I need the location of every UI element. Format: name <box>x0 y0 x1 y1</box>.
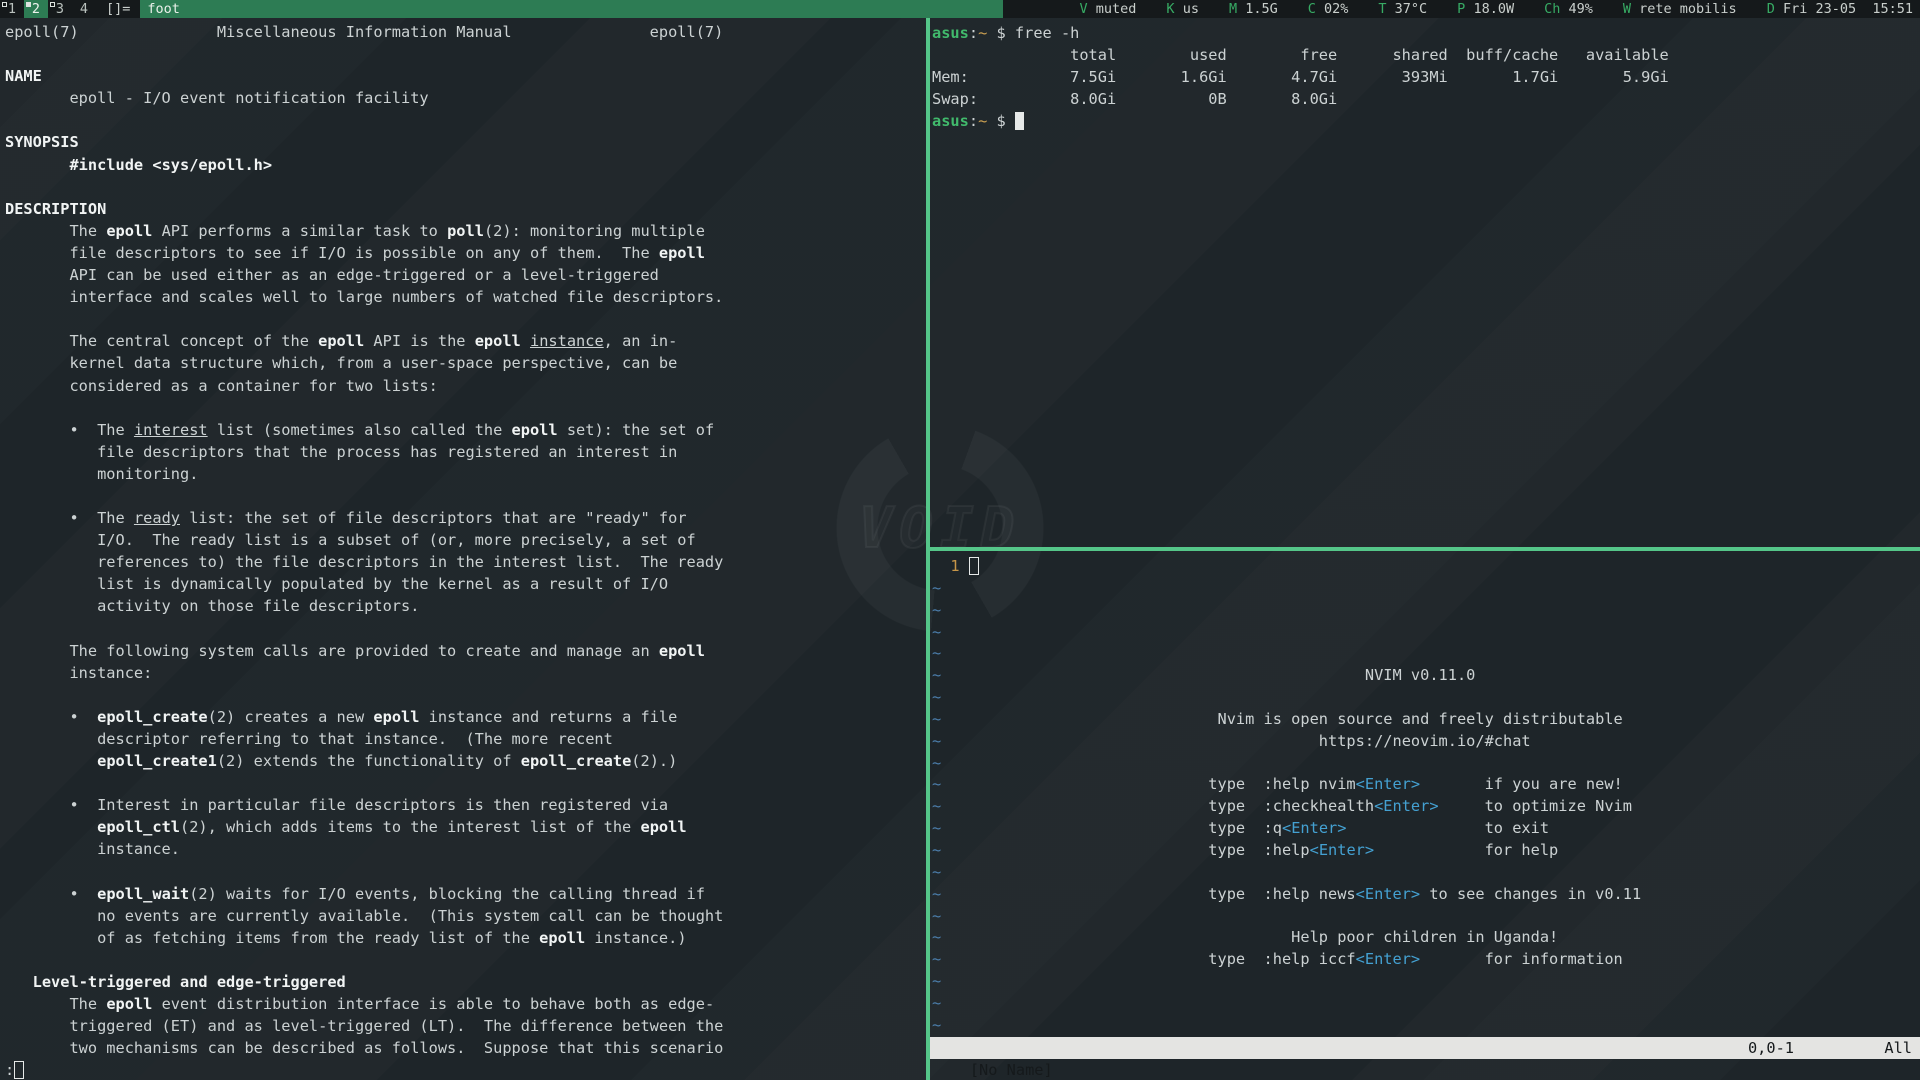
focused-window-title: foot <box>140 0 1003 18</box>
workspace-tag-3[interactable]: 3 <box>48 0 72 18</box>
nvim-empty-line: ~ <box>932 862 1918 884</box>
nvim-empty-line: ~ type :help news<Enter> to see changes … <box>932 884 1918 906</box>
status-modules: V muted K us M 1.5G C 02% T 37°C P 18.0W Ch 49… <box>1003 0 1920 18</box>
tilde-marker: ~ <box>932 885 941 903</box>
tilde-marker: ~ <box>932 623 941 641</box>
man-page-terminal[interactable]: epoll(7) Miscellaneous Information Manua… <box>0 18 926 1080</box>
nvim-empty-line: ~ <box>932 578 1918 600</box>
nvim-empty-line: ~ Nvim is open source and freely distrib… <box>932 709 1918 731</box>
shell-terminal[interactable]: asus:~ $ free -h total used free shared … <box>930 18 1920 547</box>
neovim-buffer: 1 ~~~~~ NVIM v0.11.0~~ Nvim is open sour… <box>932 556 1918 1037</box>
status-module-ch: Ch 49% <box>1544 0 1593 18</box>
nvim-empty-line: ~ <box>932 622 1918 644</box>
tag-occupied-indicator-icon <box>50 2 55 7</box>
workspace-tags: 1234 <box>0 0 96 18</box>
window-border-horizontal <box>930 547 1920 551</box>
tilde-marker: ~ <box>932 688 941 706</box>
nvim-empty-line: ~ <box>932 687 1918 709</box>
nvim-empty-line: ~ <box>932 971 1918 993</box>
cursor-position-ruler: 0,0-1 <box>1748 1037 1794 1059</box>
line-number: 1 <box>932 557 969 575</box>
workspace-tag-2[interactable]: 2 <box>24 0 48 18</box>
tilde-marker: ~ <box>932 579 941 597</box>
terminal-cursor <box>1015 112 1024 130</box>
tilde-marker: ~ <box>932 819 941 837</box>
tag-occupied-indicator-icon <box>2 2 7 7</box>
command-line <box>930 1059 1920 1080</box>
status-module-k: K us <box>1166 0 1199 18</box>
neovim-statusline: [No Name] 0,0-1 All <box>930 1037 1920 1059</box>
tilde-marker: ~ <box>932 710 941 728</box>
status-module-p: P 18.0W <box>1457 0 1514 18</box>
nvim-empty-line: ~ NVIM v0.11.0 <box>932 665 1918 687</box>
nvim-empty-line: ~ <box>932 906 1918 928</box>
tilde-marker: ~ <box>932 994 941 1012</box>
tilde-marker: ~ <box>932 797 941 815</box>
shell-output: asus:~ $ free -h total used free shared … <box>932 22 1669 132</box>
tilde-marker: ~ <box>932 754 941 772</box>
tilde-marker: ~ <box>932 1016 941 1034</box>
layout-indicator[interactable]: []= <box>96 0 140 18</box>
workspace-tag-1[interactable]: 1 <box>0 0 24 18</box>
tilde-marker: ~ <box>932 907 941 925</box>
tilde-marker: ~ <box>932 950 941 968</box>
pager-cursor <box>14 1061 24 1079</box>
tag-occupied-indicator-icon <box>26 2 31 7</box>
tilde-marker: ~ <box>932 601 941 619</box>
nvim-empty-line: ~ https://neovim.io/#chat <box>932 731 1918 753</box>
nvim-empty-line: ~ type :q<Enter> to exit <box>932 818 1918 840</box>
nvim-empty-line: ~ type :help iccf<Enter> for information <box>932 949 1918 971</box>
status-module-v: V muted <box>1080 0 1137 18</box>
nvim-empty-line: ~ <box>932 643 1918 665</box>
tilde-marker: ~ <box>932 841 941 859</box>
status-module-c: C 02% <box>1308 0 1349 18</box>
nvim-cursor <box>969 557 979 575</box>
nvim-empty-line: ~ type :checkhealth<Enter> to optimize N… <box>932 796 1918 818</box>
tilde-marker: ~ <box>932 863 941 881</box>
status-module-w: W rete mobilis <box>1623 0 1737 18</box>
nvim-line-1: 1 <box>932 556 1918 578</box>
nvim-empty-line: ~ type :help<Enter> for help <box>932 840 1918 862</box>
tilde-marker: ~ <box>932 644 941 662</box>
man-page-content: epoll(7) Miscellaneous Information Manua… <box>5 21 723 1080</box>
status-bar: 1234 []= foot V muted K us M 1.5G C 02% T 37… <box>0 0 1920 18</box>
workspace-tag-4[interactable]: 4 <box>72 0 96 18</box>
nvim-empty-line: ~ <box>932 600 1918 622</box>
nvim-empty-line: ~ <box>932 993 1918 1015</box>
status-module-m: M 1.5G <box>1229 0 1278 18</box>
status-module-d: D Fri 23-05 15:51 <box>1767 0 1913 18</box>
tilde-marker: ~ <box>932 666 941 684</box>
nvim-empty-line: ~ Help poor children in Uganda! <box>932 927 1918 949</box>
tilde-marker: ~ <box>932 928 941 946</box>
status-module-t: T 37°C <box>1378 0 1427 18</box>
nvim-empty-line: ~ type :help nvim<Enter> if you are new! <box>932 774 1918 796</box>
tilde-marker: ~ <box>932 732 941 750</box>
nvim-empty-line: ~ <box>932 753 1918 775</box>
nvim-empty-line: ~ <box>932 1015 1918 1037</box>
scroll-indicator: All <box>1884 1037 1912 1059</box>
neovim-window[interactable]: 1 ~~~~~ NVIM v0.11.0~~ Nvim is open sour… <box>930 551 1920 1080</box>
tilde-marker: ~ <box>932 775 941 793</box>
tilde-marker: ~ <box>932 972 941 990</box>
